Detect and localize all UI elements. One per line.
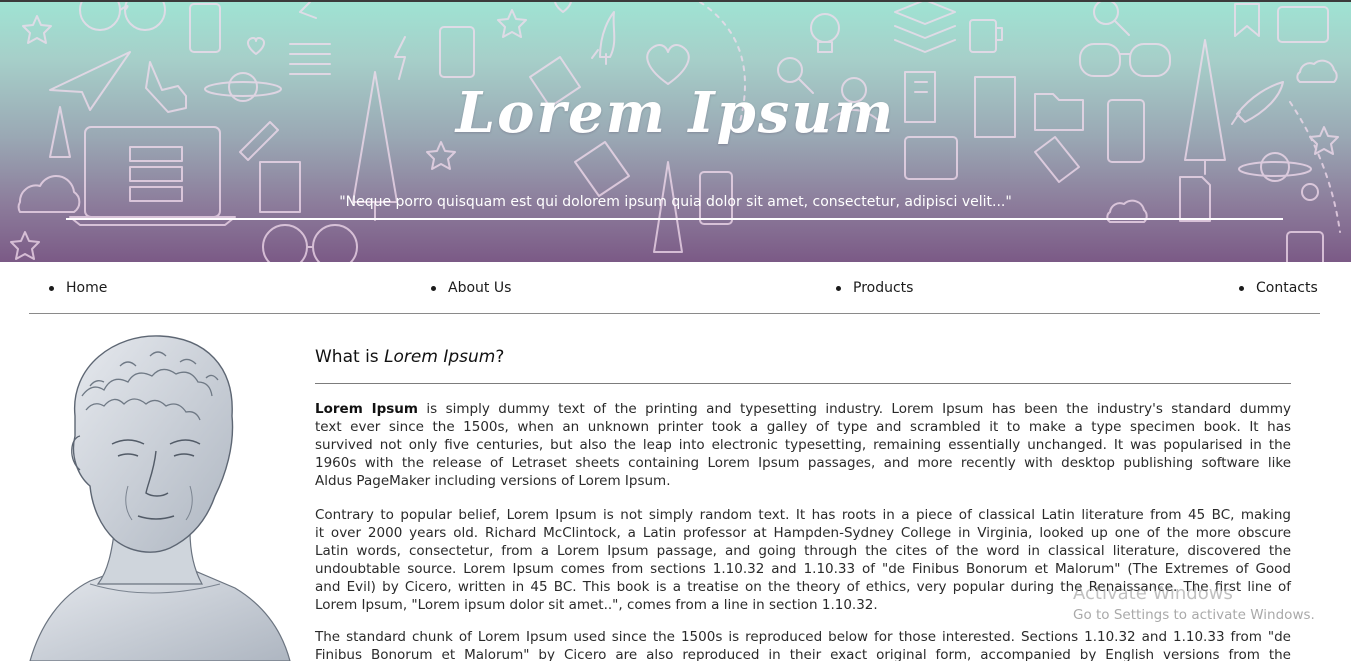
heading-divider [315, 383, 1291, 384]
paragraph-line: text ever since the 1500s, when an unkno… [315, 419, 1291, 435]
article-heading: What is Lorem Ipsum? [315, 343, 1291, 371]
picture-icon [1277, 6, 1329, 43]
stack-icon [894, 2, 956, 53]
tag-icon [574, 141, 630, 197]
nav-item-about-us[interactable]: About Us [431, 280, 511, 296]
paragraph-line: Finibus Bonorum et Malorum" by Cicero ar… [315, 647, 1291, 661]
heart-icon [247, 36, 265, 55]
rocket-icon [591, 11, 616, 65]
coffee-cup-icon [969, 19, 1003, 53]
nav-item-home[interactable]: Home [49, 280, 107, 296]
phone-icon [189, 3, 221, 53]
paragraph-1: Lorem Ipsum is simply dummy text of the … [315, 400, 1291, 490]
paragraph-line: survived not only five centuries, but al… [315, 437, 1291, 453]
phone-icon [439, 26, 475, 78]
heading-prefix: What is [315, 347, 385, 367]
lines-icon [289, 43, 331, 75]
glasses-icon [79, 2, 166, 31]
nav-item-label[interactable]: Products [853, 280, 913, 296]
bold-term: Lorem Ipsum [315, 401, 418, 417]
lightning-icon [394, 36, 406, 80]
heading-suffix: ? [495, 347, 505, 367]
heading-emphasis: Lorem Ipsum [384, 347, 496, 367]
nav-item-products[interactable]: Products [836, 280, 913, 296]
paragraph-line: 1960s with the release of Letraset sheet… [315, 455, 1291, 471]
bullet-icon [49, 285, 54, 291]
trend-icon [299, 2, 317, 19]
bullet-icon [431, 285, 436, 291]
paragraph-line: Lorem Ipsum is simply dummy text of the … [315, 401, 1291, 417]
header-banner: Lorem Ipsum "Neque porro quisquam est qu… [0, 0, 1351, 262]
heart-icon [554, 2, 572, 13]
header-quote: "Neque porro quisquam est qui dolorem ip… [339, 194, 1012, 210]
glasses-icon [1079, 43, 1171, 77]
bullet-icon [1239, 285, 1244, 291]
lightbulb-icon [810, 13, 840, 53]
page-title: Lorem Ipsum [455, 80, 896, 146]
nav-item-label[interactable]: Contacts [1256, 280, 1318, 296]
activation-watermark-subtitle: Go to Settings to activate Windows. [1073, 607, 1315, 623]
nav-item-label[interactable]: Home [66, 280, 107, 296]
page: Lorem Ipsum "Neque porro quisquam est qu… [0, 0, 1351, 661]
glasses-icon [262, 224, 358, 262]
phone-icon [1286, 231, 1324, 262]
heart-icon [646, 44, 690, 85]
star-icon [10, 231, 40, 260]
paragraph-line: undoubtable source. Lorem Ipsum comes fr… [315, 561, 1291, 577]
main-nav: Home About Us Products Contacts [29, 262, 1320, 314]
bookmark-icon [1234, 3, 1260, 37]
paragraph-line: Contrary to popular belief, Lorem Ipsum … [315, 507, 1291, 523]
cloud-icon [1296, 59, 1338, 83]
bust-portrait-image [29, 335, 291, 661]
paragraph-line: it over 2000 years old. Richard McClinto… [315, 525, 1291, 541]
nav-item-label[interactable]: About Us [448, 280, 511, 296]
paragraph-line: The standard chunk of Lorem Ipsum used s… [315, 629, 1291, 645]
nav-item-contacts[interactable]: Contacts [1239, 280, 1318, 296]
header-divider [66, 218, 1283, 220]
paragraph-3: The standard chunk of Lorem Ipsum used s… [315, 628, 1291, 661]
activation-watermark-title: Activate Windows [1073, 583, 1233, 604]
star-icon [22, 15, 52, 44]
star-icon [426, 141, 456, 170]
paragraph-line: Latin words, consectetur, from a Lorem I… [315, 543, 1291, 559]
star-icon [497, 9, 527, 38]
paragraph-line: Aldus PageMaker including versions of Lo… [315, 473, 671, 489]
magnifier-icon [1093, 2, 1130, 36]
bullet-icon [836, 285, 841, 291]
planet-icon [1238, 152, 1312, 182]
